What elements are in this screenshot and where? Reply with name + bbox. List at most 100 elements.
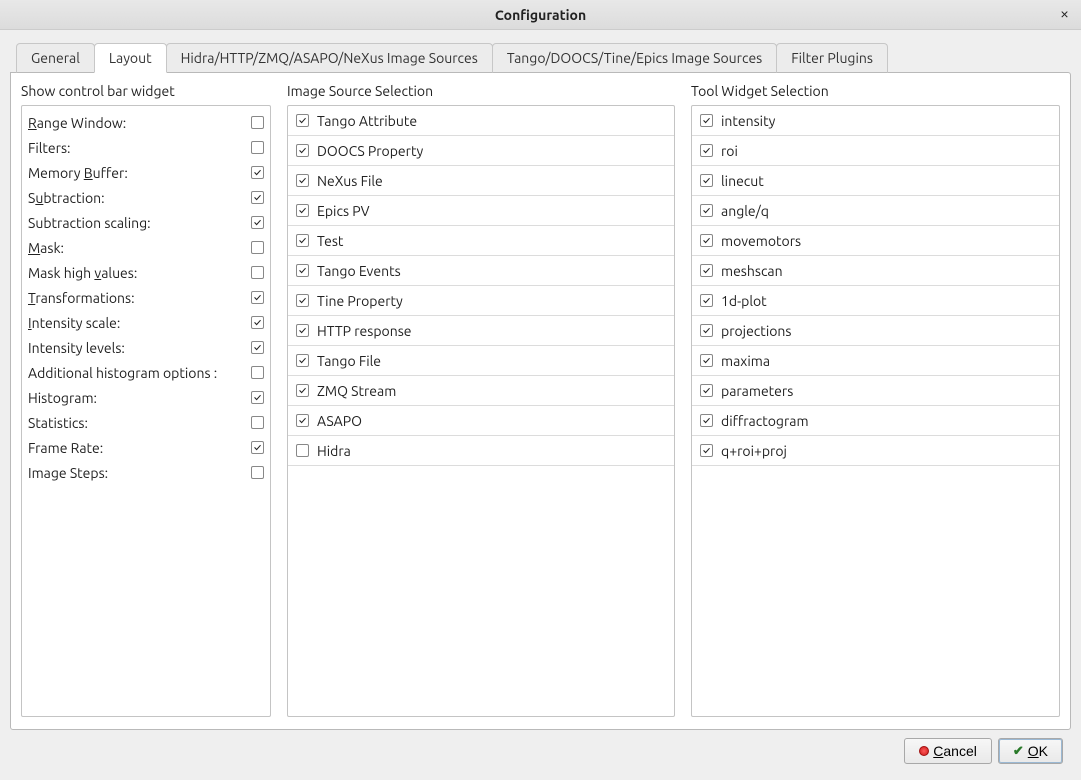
control-bar-option-checkbox[interactable] — [251, 366, 264, 379]
tool-widget-item[interactable]: parameters — [692, 376, 1059, 406]
tool-widget-item-checkbox[interactable] — [700, 414, 713, 427]
image-source-item[interactable]: ASAPO — [288, 406, 674, 436]
image-source-item-checkbox[interactable] — [296, 234, 309, 247]
tool-widget-item[interactable]: projections — [692, 316, 1059, 346]
image-source-item[interactable]: Tango Events — [288, 256, 674, 286]
image-source-item[interactable]: Hidra — [288, 436, 674, 466]
control-bar-option-checkbox[interactable] — [251, 316, 264, 329]
tool-widget-column: Tool Widget Selection intensityroilinecu… — [691, 83, 1060, 717]
tool-widget-item[interactable]: intensity — [692, 106, 1059, 136]
image-source-item[interactable]: Tango File — [288, 346, 674, 376]
ok-icon: ✔ — [1013, 743, 1024, 759]
control-bar-option-checkbox[interactable] — [251, 341, 264, 354]
image-source-item-checkbox[interactable] — [296, 174, 309, 187]
image-source-item-checkbox[interactable] — [296, 444, 309, 457]
image-source-item-checkbox[interactable] — [296, 294, 309, 307]
image-source-item-label: ZMQ Stream — [317, 383, 396, 399]
ok-button[interactable]: ✔ OK — [998, 738, 1063, 764]
image-source-item[interactable]: Epics PV — [288, 196, 674, 226]
control-bar-option-checkbox[interactable] — [251, 216, 264, 229]
tool-widget-item-checkbox[interactable] — [700, 444, 713, 457]
control-bar-option: Additional histogram options : — [28, 360, 264, 385]
tool-widget-item[interactable]: 1d-plot — [692, 286, 1059, 316]
control-bar-option-label: Histogram: — [28, 390, 97, 406]
image-source-item-checkbox[interactable] — [296, 114, 309, 127]
tool-widget-item[interactable]: angle/q — [692, 196, 1059, 226]
tool-widget-section-title: Tool Widget Selection — [691, 83, 1060, 99]
control-bar-option-label: Subtraction scaling: — [28, 215, 151, 231]
image-source-item-checkbox[interactable] — [296, 384, 309, 397]
image-source-item-checkbox[interactable] — [296, 144, 309, 157]
tool-widget-item-checkbox[interactable] — [700, 324, 713, 337]
control-bar-option-label: Subtraction: — [28, 190, 105, 206]
tab-page-layout: Show control bar widget Range Window:Fil… — [10, 72, 1071, 730]
tool-widget-item-checkbox[interactable] — [700, 204, 713, 217]
image-source-item-label: Epics PV — [317, 203, 370, 219]
control-bar-option-checkbox[interactable] — [251, 416, 264, 429]
image-source-column: Image Source Selection Tango Attribute DO… — [287, 83, 675, 717]
dialog-content: GeneralLayoutHidra/HTTP/ZMQ/ASAPO/NeXus … — [0, 30, 1081, 780]
tool-widget-item-checkbox[interactable] — [700, 144, 713, 157]
image-source-item-label: HTTP response — [317, 323, 412, 339]
control-bar-option-checkbox[interactable] — [251, 141, 264, 154]
control-bar-option-checkbox[interactable] — [251, 391, 264, 404]
control-bar-option-checkbox[interactable] — [251, 441, 264, 454]
tab-filter-plugins[interactable]: Filter Plugins — [776, 43, 888, 73]
control-bar-option-checkbox[interactable] — [251, 266, 264, 279]
image-source-item-checkbox[interactable] — [296, 354, 309, 367]
control-bar-option-checkbox[interactable] — [251, 116, 264, 129]
image-source-item-checkbox[interactable] — [296, 324, 309, 337]
image-source-item[interactable]: DOOCS Property — [288, 136, 674, 166]
tool-widget-item-checkbox[interactable] — [700, 174, 713, 187]
control-bar-option-checkbox[interactable] — [251, 166, 264, 179]
control-bar-option-checkbox[interactable] — [251, 466, 264, 479]
image-source-item[interactable]: Tine Property — [288, 286, 674, 316]
tool-widget-item[interactable]: diffractogram — [692, 406, 1059, 436]
tab-general[interactable]: General — [16, 43, 95, 73]
tool-widget-item-checkbox[interactable] — [700, 354, 713, 367]
image-source-item[interactable]: HTTP response — [288, 316, 674, 346]
tool-widget-panel: intensityroilinecut angle/q movemotors mesh… — [691, 105, 1060, 717]
control-bar-option-label: Frame Rate: — [28, 440, 103, 456]
tab-layout[interactable]: Layout — [94, 43, 167, 73]
control-bar-option-label: Transformations: — [28, 290, 135, 306]
image-source-item-label: Tango File — [317, 353, 381, 369]
image-source-item[interactable]: ZMQ Stream — [288, 376, 674, 406]
tool-widget-item-label: movemotors — [721, 233, 801, 249]
control-bar-option: Filters: — [28, 135, 264, 160]
titlebar: Configuration × — [0, 0, 1081, 30]
image-source-item[interactable]: Test — [288, 226, 674, 256]
tool-widget-item[interactable]: roi — [692, 136, 1059, 166]
image-source-item-checkbox[interactable] — [296, 414, 309, 427]
image-source-section-title: Image Source Selection — [287, 83, 675, 99]
tool-widget-item[interactable]: linecut — [692, 166, 1059, 196]
tool-widget-item[interactable]: q+roi+proj — [692, 436, 1059, 466]
close-icon[interactable]: × — [1056, 4, 1073, 24]
tab-hidra-http-zmq-asapo-nexus-image-sources[interactable]: Hidra/HTTP/ZMQ/ASAPO/NeXus Image Sources — [166, 43, 493, 73]
tool-widget-item-checkbox[interactable] — [700, 234, 713, 247]
control-bar-option-checkbox[interactable] — [251, 291, 264, 304]
control-bar-option-checkbox[interactable] — [251, 191, 264, 204]
control-bar-option-checkbox[interactable] — [251, 241, 264, 254]
image-source-item-checkbox[interactable] — [296, 264, 309, 277]
control-bar-option-label: Mask: — [28, 240, 64, 256]
image-source-item[interactable]: Tango Attribute — [288, 106, 674, 136]
cancel-button[interactable]: Cancel — [904, 738, 992, 764]
tool-widget-item[interactable]: maxima — [692, 346, 1059, 376]
image-source-item-checkbox[interactable] — [296, 204, 309, 217]
image-source-item[interactable]: NeXus File — [288, 166, 674, 196]
tool-widget-item[interactable]: movemotors — [692, 226, 1059, 256]
tool-widget-item-checkbox[interactable] — [700, 264, 713, 277]
tool-widget-item-checkbox[interactable] — [700, 114, 713, 127]
control-bar-option-label: Statistics: — [28, 415, 88, 431]
image-source-item-label: DOOCS Property — [317, 143, 423, 159]
tool-widget-item-checkbox[interactable] — [700, 384, 713, 397]
tab-tango-doocs-tine-epics-image-sources[interactable]: Tango/DOOCS/Tine/Epics Image Sources — [492, 43, 777, 73]
control-bar-option-label: Mask high values: — [28, 265, 137, 281]
tool-widget-item-checkbox[interactable] — [700, 294, 713, 307]
control-bar-option-label: Additional histogram options : — [28, 365, 217, 381]
tool-widget-item-label: 1d-plot — [721, 293, 767, 309]
tabs: GeneralLayoutHidra/HTTP/ZMQ/ASAPO/NeXus … — [16, 42, 1071, 72]
tool-widget-item-label: angle/q — [721, 203, 769, 219]
tool-widget-item[interactable]: meshscan — [692, 256, 1059, 286]
